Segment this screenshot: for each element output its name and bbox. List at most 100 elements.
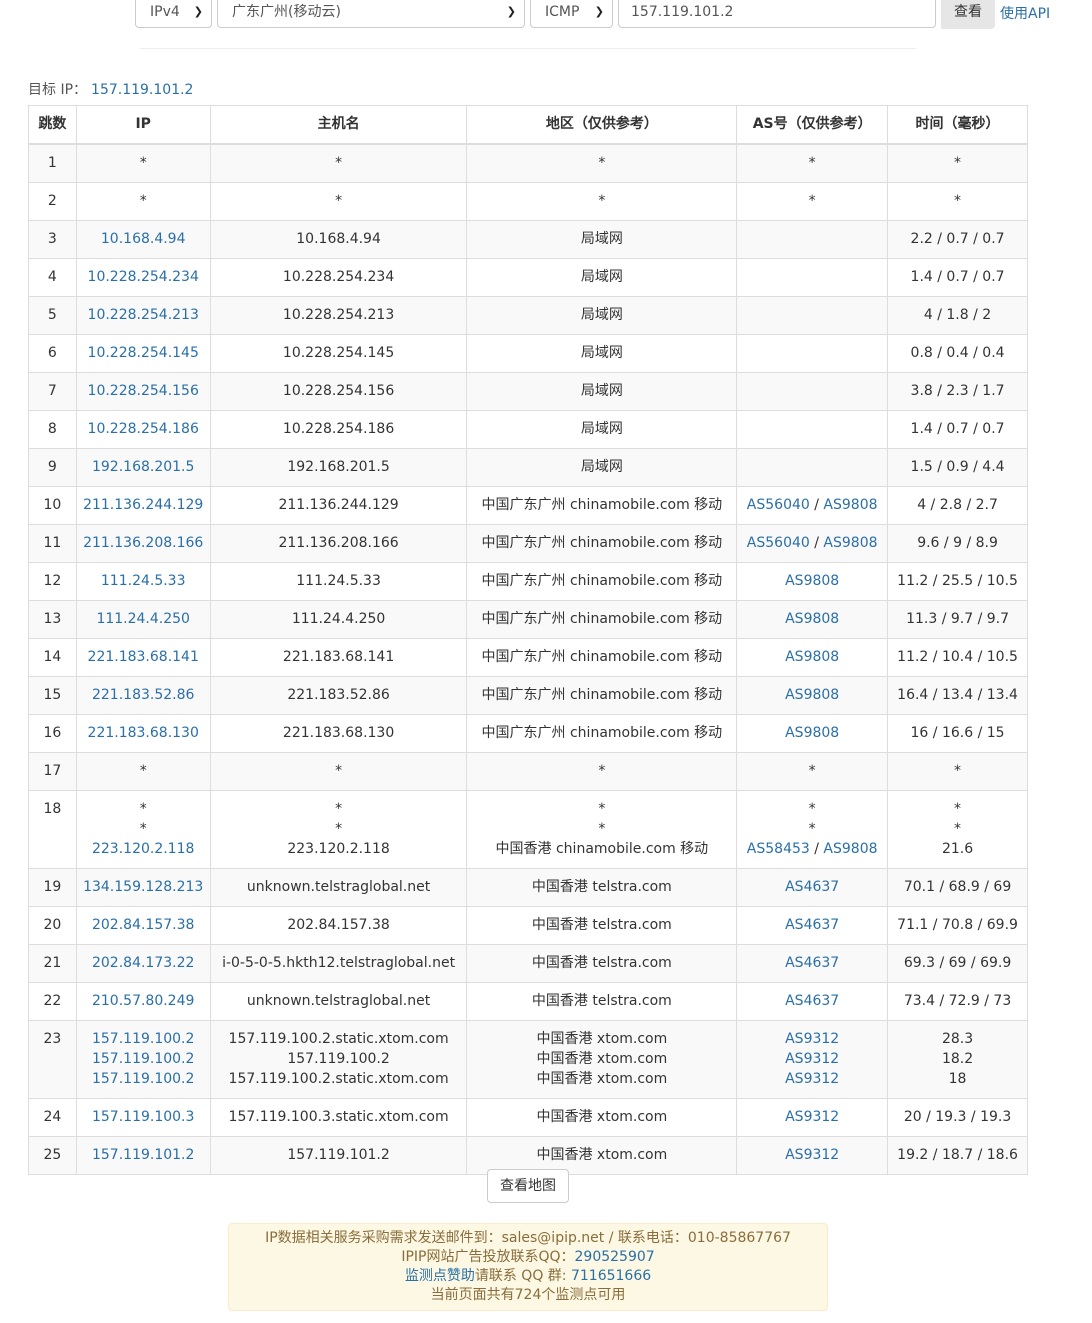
as-link[interactable]: AS9808 <box>823 841 877 857</box>
ip-link[interactable]: 221.183.68.141 <box>81 647 206 667</box>
as-link[interactable]: AS9808 <box>785 725 839 741</box>
as-line: AS9312 <box>741 1145 883 1165</box>
as-link[interactable]: AS56040 <box>747 497 810 513</box>
region-cell: 中国广东广州 chinamobile.com 移动 <box>466 523 738 563</box>
hostname-text: 157.119.101.2 <box>287 1146 390 1163</box>
as-link[interactable]: AS4637 <box>785 993 839 1009</box>
time-text: 1.4 / 0.7 / 0.7 <box>910 420 1005 437</box>
as-separator: / <box>809 840 824 857</box>
ip-link[interactable]: 210.57.80.249 <box>81 991 206 1011</box>
ip-cell: 192.168.201.5 <box>75 447 211 487</box>
hop-cell: 17 <box>28 751 77 791</box>
as-link[interactable]: AS9808 <box>785 649 839 665</box>
ads-qq-link[interactable]: 290525907 <box>575 1249 655 1265</box>
as-unknown: * <box>808 154 816 171</box>
hostname-cell: 192.168.201.5 <box>209 447 468 487</box>
ip-link[interactable]: 157.119.100.2 <box>81 1069 206 1089</box>
ip-link[interactable]: 202.84.173.22 <box>81 953 206 973</box>
method-select[interactable]: ICMP ❯ <box>530 0 613 28</box>
ip-cell: 134.159.128.213 <box>75 867 211 907</box>
as-link[interactable]: AS4637 <box>785 955 839 971</box>
ip-link[interactable]: 10.228.254.145 <box>81 343 206 363</box>
ip-link[interactable]: 157.119.100.2 <box>81 1029 206 1049</box>
table-row: 9 192.168.201.5 192.168.201.5 局域网 1.5 / 0.9 … <box>28 447 1028 487</box>
ip-link[interactable]: 10.168.4.94 <box>81 229 206 249</box>
hop-cell: 13 <box>28 599 77 639</box>
table-row: 24 157.119.100.3 157.119.100.3.static.xtom… <box>28 1097 1028 1137</box>
as-cell: AS56040 / AS9808 <box>736 485 889 525</box>
as-link[interactable]: AS9312 <box>785 1051 839 1067</box>
as-cell: AS9808 <box>736 637 889 677</box>
region-text: 中国香港 chinamobile.com 移动 <box>495 840 709 857</box>
as-line: * <box>741 153 883 173</box>
time-text: 1.5 / 0.9 / 4.4 <box>910 458 1005 475</box>
ip-link[interactable]: 211.136.244.129 <box>81 495 206 515</box>
api-link[interactable]: 使用API <box>1000 3 1050 23</box>
ip-version-select[interactable]: IPv4 ❯ <box>135 0 212 28</box>
as-link[interactable]: AS9312 <box>785 1031 839 1047</box>
table-row: 16 221.183.68.130 221.183.68.130 中国广东广州 chi… <box>28 713 1028 753</box>
as-link[interactable]: AS9808 <box>785 573 839 589</box>
ip-link[interactable]: 10.228.254.213 <box>81 305 206 325</box>
method-value: ICMP <box>545 4 580 20</box>
ip-cell: 210.57.80.249 <box>75 981 211 1021</box>
sponsor-link[interactable]: 监测点赞助 <box>405 1268 475 1284</box>
as-cell <box>736 295 889 335</box>
hop-cell: 23 <box>28 1019 77 1099</box>
view-map-button[interactable]: 查看地图 <box>487 1169 569 1203</box>
ip-link[interactable]: 223.120.2.118 <box>81 839 206 859</box>
ip-link[interactable]: 211.136.208.166 <box>81 533 206 553</box>
as-link[interactable]: AS9808 <box>823 535 877 551</box>
ip-link[interactable]: 111.24.4.250 <box>81 609 206 629</box>
notice-ads-label: IPIP网站广告投放联系QQ： <box>401 1249 575 1265</box>
region-text: 局域网 <box>580 344 623 361</box>
hop-cell: 7 <box>28 371 77 411</box>
ip-link[interactable]: 157.119.100.2 <box>81 1049 206 1069</box>
ip-link[interactable]: 221.183.52.86 <box>81 685 206 705</box>
hostname-text: 10.228.254.156 <box>282 382 395 399</box>
ip-link[interactable]: 10.228.254.186 <box>81 419 206 439</box>
as-link[interactable]: AS9808 <box>823 497 877 513</box>
ip-link[interactable]: 111.24.5.33 <box>81 571 206 591</box>
region-text: 中国香港 telstra.com <box>531 992 672 1009</box>
region-cell: * <box>466 181 738 221</box>
region-text: 局域网 <box>580 306 623 323</box>
as-cell <box>736 371 889 411</box>
query-button[interactable]: 查看 <box>941 0 995 29</box>
ip-link[interactable]: 221.183.68.130 <box>81 723 206 743</box>
hostname-cell: 10.168.4.94 <box>209 219 468 259</box>
ip-link[interactable]: 134.159.128.213 <box>81 877 206 897</box>
node-select[interactable]: 广东广州(移动云) ❯ <box>217 0 525 28</box>
qq-group-link[interactable]: 711651666 <box>571 1268 651 1284</box>
notice-line-count: 当前页面共有724个监测点可用 <box>430 1287 626 1303</box>
time-text: * <box>954 762 962 779</box>
hostname-text: 211.136.208.166 <box>278 534 399 551</box>
hop-cell: 2 <box>28 181 77 221</box>
as-link[interactable]: AS9312 <box>785 1071 839 1087</box>
table-row: 19 134.159.128.213 unknown.telstraglobal.n… <box>28 867 1028 907</box>
target-input[interactable]: 157.119.101.2 <box>618 0 936 28</box>
ip-link[interactable]: 192.168.201.5 <box>81 457 206 477</box>
as-link[interactable]: AS4637 <box>785 917 839 933</box>
as-link[interactable]: AS9808 <box>785 687 839 703</box>
as-link[interactable]: AS9808 <box>785 611 839 627</box>
as-link[interactable]: AS4637 <box>785 879 839 895</box>
as-link[interactable]: AS9312 <box>785 1147 839 1163</box>
header-as: AS号（仅供参考） <box>736 105 889 145</box>
hostname-text: 202.84.157.38 <box>287 916 390 933</box>
ip-link[interactable]: 157.119.101.2 <box>81 1145 206 1165</box>
ip-link[interactable]: 202.84.157.38 <box>81 915 206 935</box>
ip-link[interactable]: 10.228.254.234 <box>81 267 206 287</box>
ip-link[interactable]: 157.119.100.3 <box>81 1107 206 1127</box>
as-link[interactable]: AS58453 <box>747 841 810 857</box>
as-cell: AS56040 / AS9808 <box>736 523 889 563</box>
as-link[interactable]: AS9312 <box>785 1109 839 1125</box>
as-link[interactable]: AS56040 <box>747 535 810 551</box>
time-text: 18.2 <box>941 1050 974 1067</box>
ip-cell: 211.136.244.129 <box>75 485 211 525</box>
ip-cell: 202.84.157.38 <box>75 905 211 945</box>
ip-link[interactable]: 10.228.254.156 <box>81 381 206 401</box>
region-text: * <box>598 192 606 209</box>
as-line: AS9808 <box>741 647 883 667</box>
region-text: 中国广东广州 chinamobile.com 移动 <box>481 686 723 703</box>
